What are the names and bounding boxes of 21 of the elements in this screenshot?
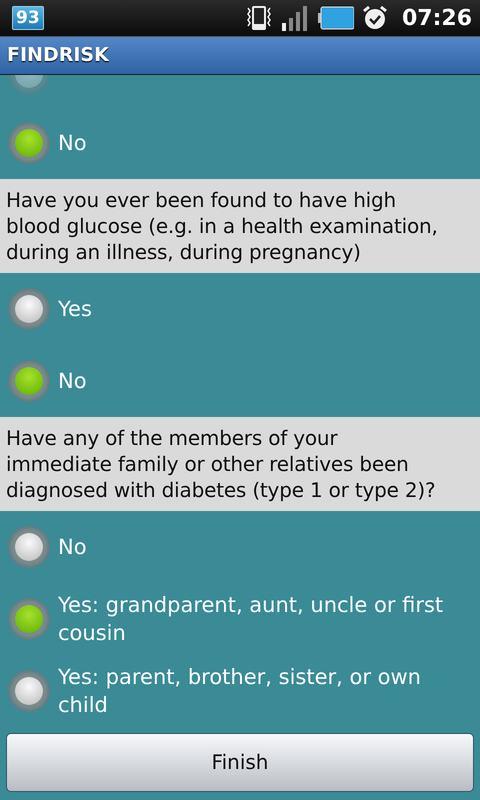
- question-text: Have any of the members of your immediate family or other relatives been diagnosed with diabetes (type 1 or type 2)?: [0, 416, 480, 511]
- radio-button[interactable]: [8, 526, 50, 568]
- radio-option[interactable]: Yes: grandparent, aunt, uncle or first cousin: [0, 582, 480, 655]
- radio-option[interactable]: No: [0, 106, 480, 179]
- radio-button[interactable]: [8, 360, 50, 402]
- radio-button[interactable]: [8, 598, 50, 640]
- radio-button[interactable]: [8, 122, 50, 164]
- battery-icon: [318, 6, 354, 30]
- alarm-clock-icon: [362, 5, 388, 32]
- radio-button[interactable]: [8, 670, 50, 712]
- radio-button[interactable]: [8, 288, 50, 330]
- finish-button[interactable]: Finish: [6, 732, 474, 792]
- question-text: Have you ever been found to have high blood glucose (e.g. in a health examination, during an illness, during pregnancy): [0, 178, 480, 273]
- clock-time: 07:26: [402, 6, 472, 31]
- radio-option[interactable]: Yes: parent, brother, sister, or own child: [0, 654, 480, 727]
- radio-option[interactable]: No: [0, 510, 480, 583]
- app-title: FINDRISK: [7, 44, 109, 66]
- radio-option[interactable]: Yes: [0, 272, 480, 345]
- radio-option[interactable]: No: [0, 344, 480, 417]
- signal-icon: [282, 5, 310, 32]
- notification-count: 93: [12, 6, 44, 30]
